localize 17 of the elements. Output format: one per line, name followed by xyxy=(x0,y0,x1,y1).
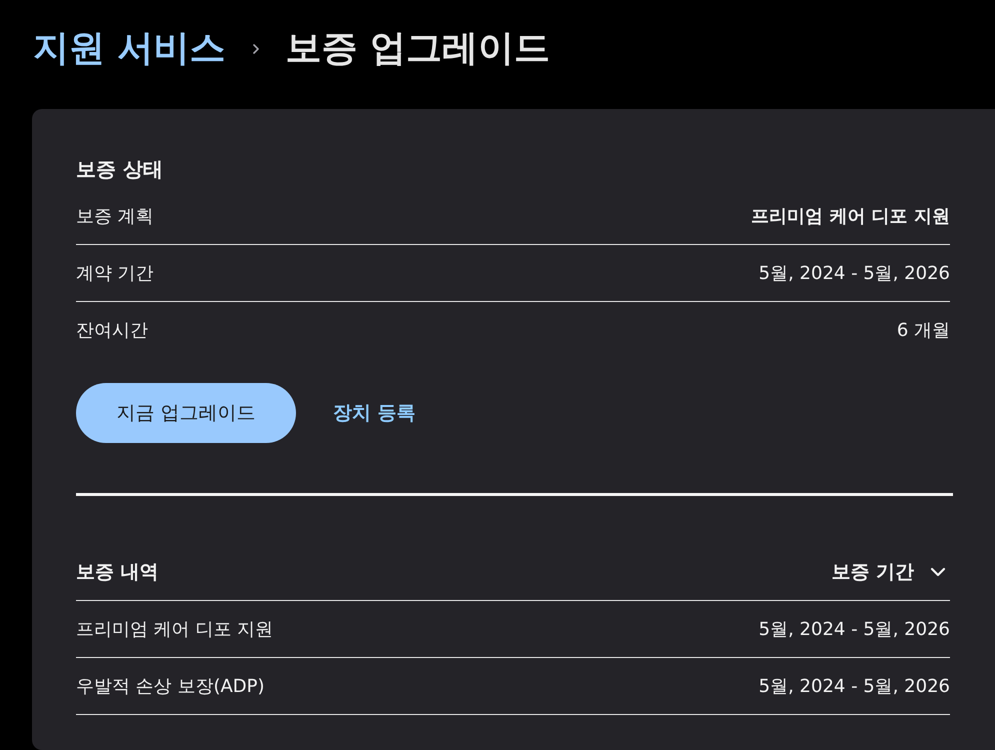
section-title: 보증 상태 xyxy=(76,156,163,183)
table-cell-text: 우발적 손상 보장(ADP) xyxy=(76,674,265,698)
row-value: 프리미엄 케어 디포 지원 xyxy=(751,204,950,228)
table-cell-text: 프리미엄 케어 디포 지원 xyxy=(76,618,274,642)
row-value: 6 개월 xyxy=(896,319,950,343)
table-cell-text: 5월, 2024 - 5월, 2026 xyxy=(758,674,950,698)
row-label: 보증 계획 xyxy=(76,204,154,228)
row-label: 계약 기간 xyxy=(76,262,154,286)
register-device-link[interactable]: 장치 등록 xyxy=(333,398,416,428)
breadcrumb-link[interactable]: 지원 서비스 xyxy=(33,26,226,70)
column-header: 보증 내역 xyxy=(76,560,159,585)
upgrade-button[interactable]: 지금 업그레이드 xyxy=(76,383,296,443)
breadcrumb-current: 보증 업그레이드 xyxy=(286,26,550,70)
table-cell-text: 5월, 2024 - 5월, 2026 xyxy=(758,618,950,642)
row-label: 잔여시간 xyxy=(76,319,148,343)
sort-dropdown[interactable]: 보증 기간 xyxy=(831,558,950,586)
row-value: 5월, 2024 - 5월, 2026 xyxy=(758,262,950,286)
